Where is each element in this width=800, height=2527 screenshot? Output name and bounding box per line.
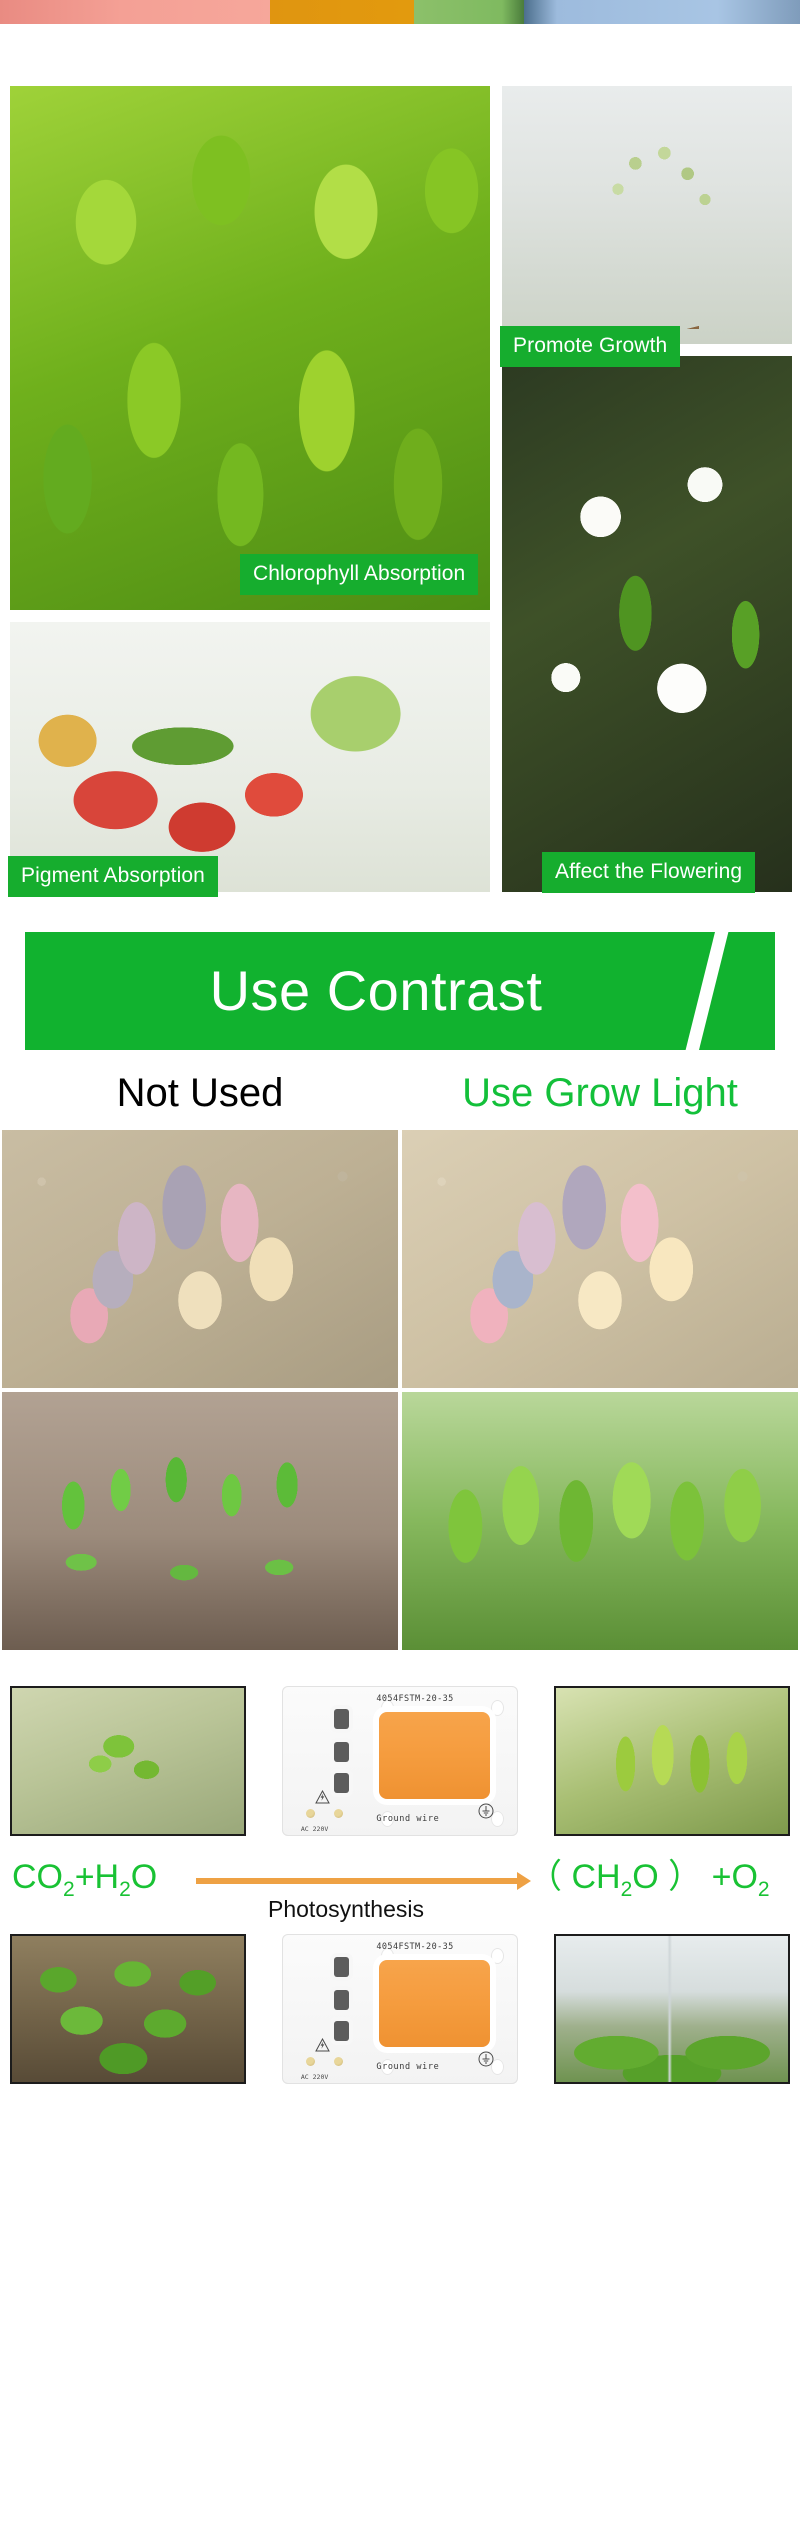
- strip-band-green: [414, 0, 524, 24]
- contrast-row-succulent: [0, 1128, 800, 1390]
- chip-driver-pad: [333, 1773, 349, 1793]
- contrast-image-grid: [0, 1128, 800, 1652]
- chip-ground-label: Ground wire: [376, 1814, 440, 1824]
- succulent-dull-art: [2, 1130, 398, 1388]
- contrast-headings: Not Used Use Grow Light: [0, 1050, 800, 1128]
- field-art: [12, 1936, 244, 2082]
- sub-2: 2: [757, 1877, 770, 1901]
- strip-band-blue: [524, 0, 800, 24]
- chip-driver-pad: [333, 1989, 349, 2010]
- photosynthesis-equation: CO2+H2O Photosynthesis （ CH2O ） +O2: [0, 1842, 800, 1934]
- white-blossom-art: [502, 356, 792, 892]
- caption-chlorophyll-absorption: Chlorophyll Absorption: [240, 554, 479, 595]
- chip-screw-terminal: [333, 1809, 343, 1818]
- photosynthesis-bottom-row: 4054FSTM-20-35 Ground wire AC 220V: [0, 1934, 800, 2084]
- chip-mount-hole: [490, 1699, 504, 1716]
- heading-use-grow-light: Use Grow Light: [462, 1071, 738, 1115]
- seedlings-sparse-art: [2, 1392, 398, 1650]
- leaf-tips-art: [556, 1688, 788, 1834]
- photo-flowering: [500, 354, 794, 894]
- photo-succulent-not-used: [0, 1128, 400, 1390]
- slash-decoration-icon: [682, 932, 731, 1050]
- high-voltage-warning-icon: [315, 1789, 330, 1809]
- earth-ground-icon: [478, 1803, 494, 1824]
- photo-seedlings-not-used: [0, 1390, 400, 1652]
- leaves-lush-art: [402, 1392, 798, 1650]
- led-chip-top: 4054FSTM-20-35 Ground wire AC 220V: [282, 1686, 518, 1836]
- top-color-strip: [0, 0, 800, 24]
- caption-promote-growth: Promote Growth: [500, 326, 681, 367]
- earth-ground-icon: [478, 2051, 494, 2072]
- sub-2: 2: [63, 1877, 75, 1901]
- caption-pigment-absorption: Pigment Absorption: [8, 856, 218, 897]
- benefits-collage: Chlorophyll Absorption Promote Growth Pi…: [0, 24, 800, 904]
- chip-phosphor-emitter: [378, 1711, 490, 1799]
- use-contrast-banner: Use Contrast: [25, 932, 775, 1050]
- chip-phosphor-emitter: [378, 1959, 490, 2047]
- led-chip-bottom: 4054FSTM-20-35 Ground wire AC 220V: [282, 1934, 518, 2084]
- photo-sprout: [10, 1686, 246, 1836]
- plant-buds-art: [502, 86, 792, 344]
- chip-screw-terminal: [305, 2057, 315, 2066]
- equation-arrow-icon: [196, 1872, 531, 1890]
- photo-chlorophyll: [8, 84, 492, 612]
- chip-mount-hole: [490, 1947, 504, 1964]
- vegetables-art: [10, 622, 490, 892]
- greenhouse-art: [556, 1936, 788, 2082]
- chip-driver-pad: [333, 1956, 349, 1977]
- banner-title: Use Contrast: [209, 959, 543, 1022]
- sub-2: 2: [119, 1877, 131, 1901]
- photosynthesis-top-row: 4054FSTM-20-35 Ground wire AC 220V: [0, 1686, 800, 1836]
- chip-ground-label: Ground wire: [376, 2062, 440, 2072]
- chip-screw-terminal: [305, 1809, 315, 1818]
- photo-succulent-grow-light: [400, 1128, 800, 1390]
- product-detail-page: Chlorophyll Absorption Promote Growth Pi…: [0, 0, 800, 2084]
- sub-2: 2: [620, 1877, 633, 1901]
- strip-band-pink: [0, 0, 270, 24]
- chip-driver-pad: [333, 1708, 349, 1729]
- photosynthesis-section: 4054FSTM-20-35 Ground wire AC 220V CO2+H…: [0, 1652, 800, 2084]
- caption-affect-the-flowering: Affect the Flowering: [542, 852, 756, 893]
- chip-voltage-label: AC 220V: [300, 1825, 329, 1833]
- photo-lettuce-field: [10, 1934, 246, 2084]
- chip-model-label: 4054FSTM-20-35: [376, 1693, 454, 1704]
- high-voltage-warning-icon: [315, 2037, 330, 2057]
- chip-model-label: 4054FSTM-20-35: [376, 1941, 454, 1952]
- photo-leaves-grow-light: [400, 1390, 800, 1652]
- equation-reactants: CO2+H2O: [12, 1858, 158, 1901]
- contrast-row-seedlings: [0, 1390, 800, 1652]
- photo-pigment: [8, 620, 492, 894]
- photo-greenhouse: [554, 1934, 790, 2084]
- photo-promote-growth: [500, 84, 794, 346]
- succulent-vivid-art: [402, 1130, 798, 1388]
- chip-voltage-label: AC 220V: [300, 2073, 329, 2081]
- photo-leaf-tips: [554, 1686, 790, 1836]
- chip-driver-pad: [333, 1741, 349, 1762]
- sprout-soft-art: [12, 1688, 244, 1834]
- heading-not-used: Not Used: [116, 1071, 284, 1115]
- equation-arrow-label: Photosynthesis: [268, 1896, 424, 1922]
- chip-screw-terminal: [333, 2057, 343, 2066]
- strip-band-orange: [270, 0, 414, 24]
- green-leaf-crop-art: [10, 86, 490, 610]
- use-contrast-banner-wrap: Use Contrast: [0, 904, 800, 1050]
- chip-driver-pad: [333, 2021, 349, 2041]
- equation-products: （ CH2O ） +O2: [528, 1858, 770, 1901]
